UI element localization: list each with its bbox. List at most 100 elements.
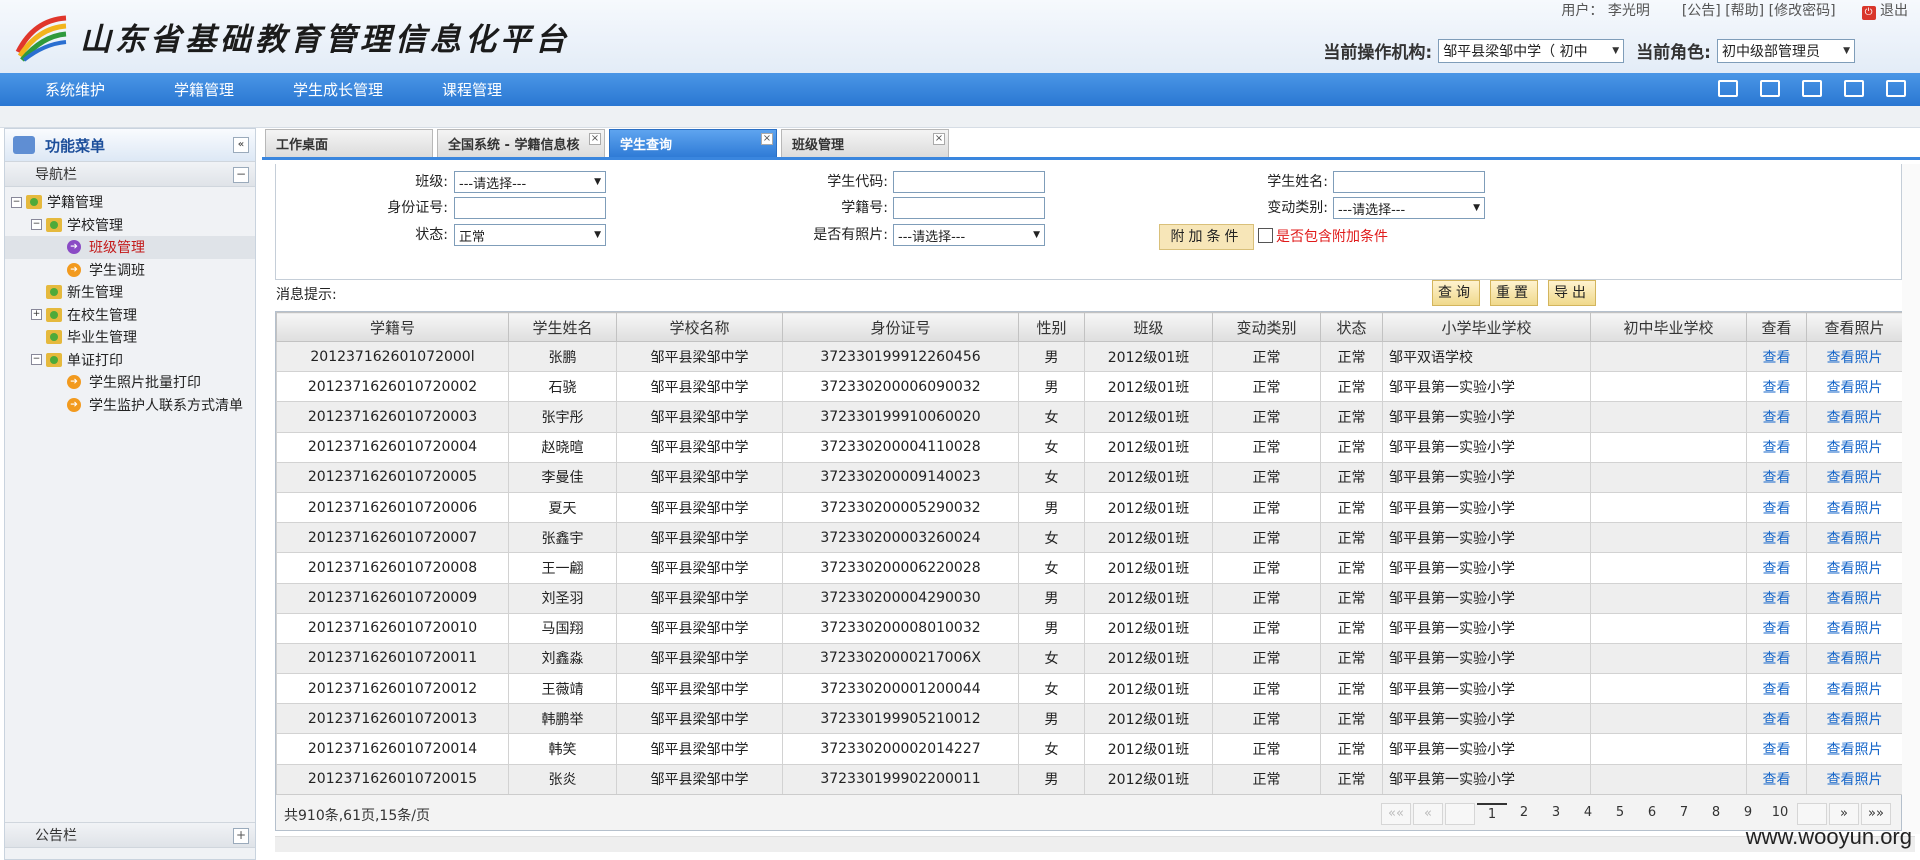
view-link[interactable]: 查看: [1763, 742, 1791, 758]
folder-icon: [26, 195, 42, 210]
org-select[interactable]: 邹平县梁邹中学（ 初中 ▼: [1438, 38, 1625, 63]
view-link[interactable]: 查看: [1763, 410, 1791, 426]
roll-input[interactable]: [893, 197, 1045, 219]
view-link[interactable]: 查看: [1763, 350, 1791, 366]
page-4[interactable]: 4: [1573, 803, 1603, 825]
layout-icon[interactable]: [1760, 80, 1780, 97]
nav-course-management[interactable]: 课程管理: [392, 79, 552, 100]
page-2[interactable]: 2: [1509, 803, 1539, 825]
table-cell: 女: [1018, 522, 1085, 554]
view-photo-link[interactable]: 查看照片: [1827, 651, 1883, 667]
tab-workspace[interactable]: 工作桌面: [265, 129, 433, 157]
add-condition-button[interactable]: 附加条件: [1159, 224, 1254, 250]
table-cell: 372330200003260024: [782, 522, 1019, 554]
table-cell: 查看: [1746, 673, 1807, 705]
page-9[interactable]: 9: [1733, 803, 1763, 825]
change-password-link[interactable]: [修改密码]: [1769, 3, 1836, 19]
student-name-input[interactable]: [1333, 171, 1485, 193]
tree-item-guardian-list[interactable]: ➔ 学生监护人联系方式清单: [5, 394, 255, 417]
tree-item-photo-print[interactable]: ➔ 学生照片批量打印: [5, 371, 255, 394]
view-link[interactable]: 查看: [1763, 531, 1791, 547]
last-page-button[interactable]: »»: [1861, 803, 1891, 825]
page-7[interactable]: 7: [1669, 803, 1699, 825]
close-icon[interactable]: ×: [761, 133, 773, 145]
view-photo-link[interactable]: 查看照片: [1827, 501, 1883, 517]
export-button[interactable]: 导出: [1548, 280, 1596, 306]
window-icon[interactable]: [1802, 80, 1822, 97]
view-photo-link[interactable]: 查看照片: [1827, 591, 1883, 607]
view-link[interactable]: 查看: [1763, 772, 1791, 788]
student-code-input[interactable]: [893, 171, 1045, 193]
close-icon[interactable]: ×: [589, 133, 601, 145]
include-condition-checkbox[interactable]: [1258, 228, 1273, 243]
tree-item-school-management[interactable]: − 学校管理: [5, 214, 255, 237]
next-page-button[interactable]: »: [1829, 803, 1859, 825]
view-360-icon[interactable]: [1718, 80, 1738, 97]
horizontal-scrollbar[interactable]: [275, 836, 1915, 852]
fullscreen-icon[interactable]: [1886, 80, 1906, 97]
page-3[interactable]: 3: [1541, 803, 1571, 825]
tab-student-query[interactable]: 学生查询 ×: [609, 129, 777, 157]
tree-item-document-print[interactable]: − 单证打印: [5, 349, 255, 372]
view-link[interactable]: 查看: [1763, 501, 1791, 517]
minus-icon[interactable]: −: [233, 167, 249, 183]
view-photo-link[interactable]: 查看照片: [1827, 470, 1883, 486]
tree-item-roll-management[interactable]: − 学籍管理: [5, 191, 255, 214]
page-6[interactable]: 6: [1637, 803, 1667, 825]
view-photo-link[interactable]: 查看照片: [1827, 440, 1883, 456]
collapse-icon[interactable]: «: [233, 137, 249, 153]
view-link[interactable]: 查看: [1763, 591, 1791, 607]
view-photo-link[interactable]: 查看照片: [1827, 712, 1883, 728]
view-link[interactable]: 查看: [1763, 712, 1791, 728]
table-cell: 2012级01班: [1084, 371, 1213, 403]
tree-item-new-students[interactable]: 新生管理: [5, 281, 255, 304]
view-link[interactable]: 查看: [1763, 470, 1791, 486]
view-link[interactable]: 查看: [1763, 682, 1791, 698]
view-photo-link[interactable]: 查看照片: [1827, 410, 1883, 426]
first-page-button[interactable]: ««: [1381, 803, 1411, 825]
view-photo-link[interactable]: 查看照片: [1827, 682, 1883, 698]
vertical-scrollbar[interactable]: [1902, 164, 1920, 834]
page-5[interactable]: 5: [1605, 803, 1635, 825]
view-photo-link[interactable]: 查看照片: [1827, 561, 1883, 577]
help-link[interactable]: [帮助]: [1725, 3, 1764, 19]
status-select[interactable]: 正常 ▼: [454, 224, 606, 246]
close-icon[interactable]: ×: [933, 133, 945, 145]
view-link[interactable]: 查看: [1763, 380, 1791, 396]
photo-select[interactable]: ---请选择--- ▼: [893, 224, 1045, 246]
page-10[interactable]: 10: [1765, 803, 1795, 825]
tree-item-student-transfer[interactable]: ➔ 学生调班: [5, 259, 255, 282]
view-photo-link[interactable]: 查看照片: [1827, 621, 1883, 637]
id-input[interactable]: [454, 197, 606, 219]
tab-national-system[interactable]: 全国系统 - 学籍信息核 ×: [437, 129, 605, 157]
class-select[interactable]: ---请选择--- ▼: [454, 171, 606, 193]
tree-item-graduates[interactable]: 毕业生管理: [5, 326, 255, 349]
tree-item-class-management[interactable]: ➔ 班级管理: [5, 236, 255, 259]
tree-item-enrolled-students[interactable]: + 在校生管理: [5, 304, 255, 327]
tab-class-management[interactable]: 班级管理 ×: [781, 129, 949, 157]
view-link[interactable]: 查看: [1763, 621, 1791, 637]
view-link[interactable]: 查看: [1763, 440, 1791, 456]
view-photo-link[interactable]: 查看照片: [1827, 742, 1883, 758]
folder-icon: [46, 307, 62, 322]
view-link[interactable]: 查看: [1763, 561, 1791, 577]
nav-section[interactable]: 导航栏 −: [5, 161, 255, 187]
chevron-down-icon: ▼: [1473, 203, 1480, 213]
view-photo-link[interactable]: 查看照片: [1827, 531, 1883, 547]
view-photo-link[interactable]: 查看照片: [1827, 772, 1883, 788]
change-type-select[interactable]: ---请选择--- ▼: [1333, 197, 1485, 219]
view-photo-link[interactable]: 查看照片: [1827, 380, 1883, 396]
reset-button[interactable]: 重置: [1490, 280, 1538, 306]
page-1[interactable]: 1: [1477, 803, 1507, 825]
prev-page-button[interactable]: «: [1413, 803, 1443, 825]
plus-icon[interactable]: +: [233, 828, 249, 844]
role-select[interactable]: 初中级部管理员 ▼: [1717, 38, 1855, 63]
notice-link[interactable]: [公告]: [1682, 3, 1721, 19]
query-button[interactable]: 查询: [1432, 280, 1480, 306]
list-icon[interactable]: [1844, 80, 1864, 97]
page-8[interactable]: 8: [1701, 803, 1731, 825]
view-photo-link[interactable]: 查看照片: [1827, 350, 1883, 366]
exit-button[interactable]: ⏻ 退出: [1861, 0, 1908, 20]
notice-section[interactable]: 公告栏 +: [5, 822, 255, 848]
view-link[interactable]: 查看: [1763, 651, 1791, 667]
